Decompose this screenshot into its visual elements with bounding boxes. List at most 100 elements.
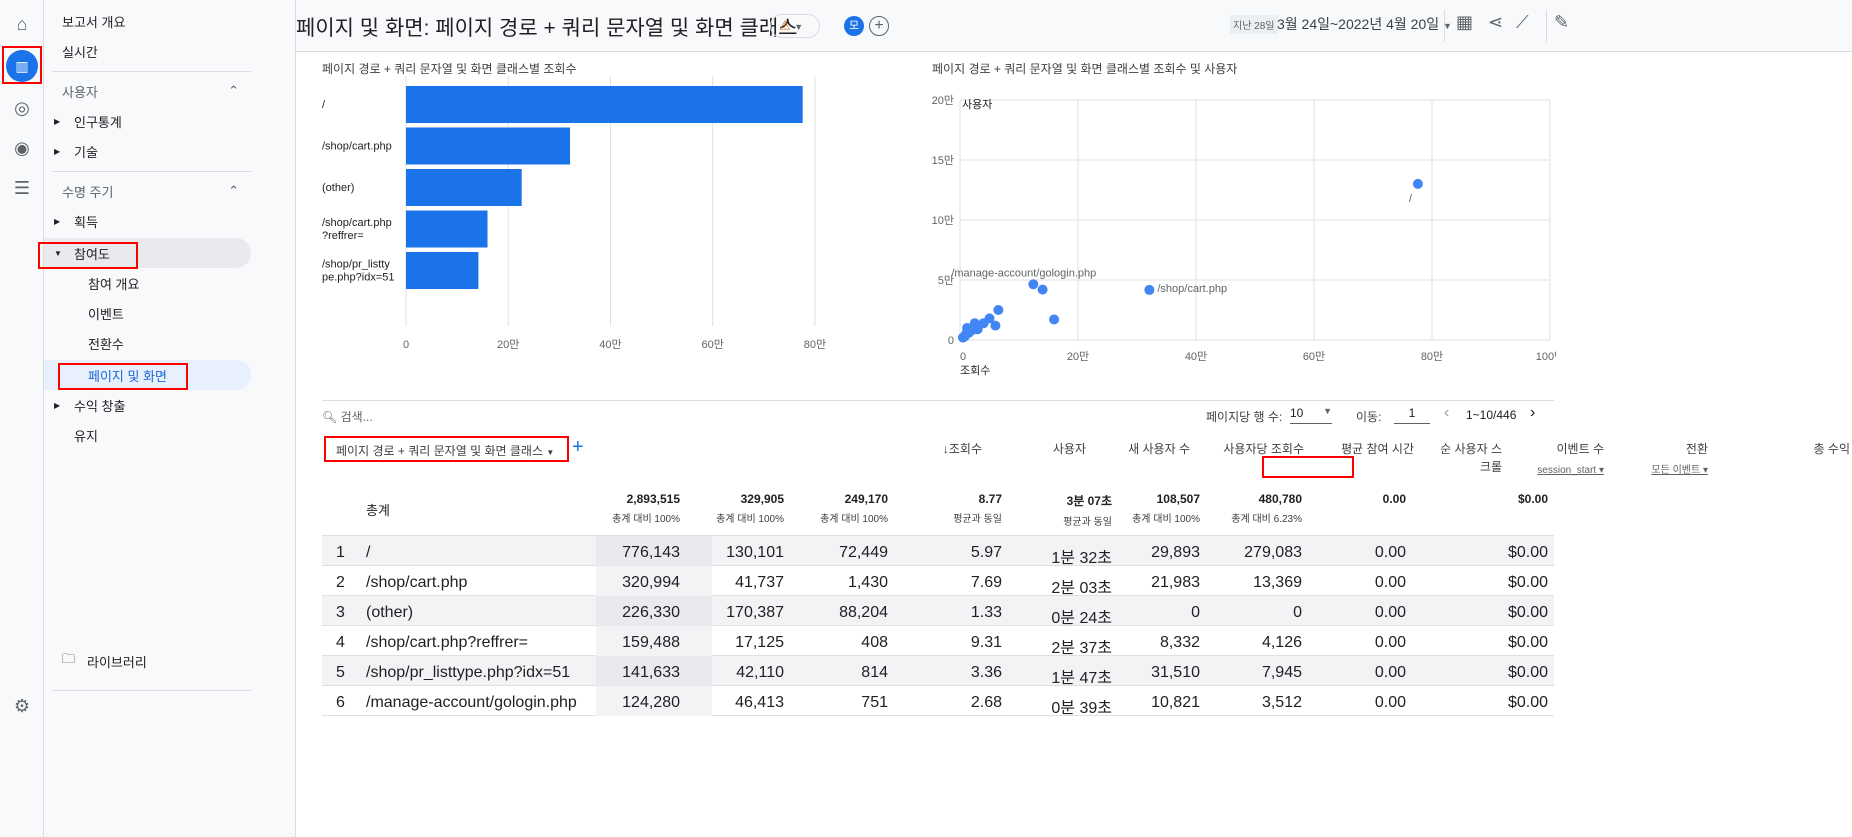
scatter-chart: 05만10만15만20만020만40만60만80만100만조회수사용자//sho… xyxy=(932,94,1556,377)
table-search[interactable]: 🔍︎ 검색... xyxy=(322,408,373,425)
page-path[interactable]: / xyxy=(366,544,370,562)
nav-events[interactable]: 이벤트 xyxy=(44,298,251,328)
warning-dropdown[interactable]: ⚠ ▼ xyxy=(770,14,820,38)
share-icon[interactable]: ⋖ xyxy=(1488,12,1503,33)
page-path[interactable]: /manage-account/gologin.php xyxy=(366,694,577,712)
advertising-icon[interactable]: ◉ xyxy=(6,132,38,164)
page-path[interactable]: /shop/pr_listtype.php?idx=51 xyxy=(366,664,570,682)
metric-value: 4,126 xyxy=(1261,634,1302,651)
nav-retention[interactable]: 유지 xyxy=(44,420,251,450)
x-tick-label: 20만 xyxy=(1067,350,1089,363)
search-input[interactable]: 검색... xyxy=(341,410,373,424)
nav-monetization[interactable]: ▶ 수익 창출 xyxy=(44,390,251,420)
column-header[interactable]: ↓조회수 xyxy=(943,440,982,458)
nav-acquisition[interactable]: ▶ 획득 xyxy=(44,206,251,236)
x-tick-label: 80만 xyxy=(804,338,826,351)
add-dimension-icon[interactable]: + xyxy=(572,436,584,459)
configure-icon[interactable]: ☰ xyxy=(6,172,38,204)
column-header[interactable]: 순 사용자 스크롤 xyxy=(1432,440,1502,476)
explore-icon[interactable]: ◎ xyxy=(6,92,38,124)
metric-value: 1분 32초 xyxy=(1051,550,1112,567)
column-header[interactable]: 이벤트 수 session_start ▾ xyxy=(1537,440,1604,480)
home-icon[interactable]: ⌂ xyxy=(6,8,38,40)
goto-input[interactable]: 1 xyxy=(1394,406,1430,424)
metric-value: 17,125 xyxy=(735,634,784,651)
nav-section-users[interactable]: 사용자 ⌃ xyxy=(44,76,251,106)
metric-value: 170,387 xyxy=(726,604,784,621)
caret-right-icon: ▶ xyxy=(54,400,61,410)
page-path[interactable]: (other) xyxy=(366,604,413,622)
rows-per-page-select[interactable]: 10 ▼ xyxy=(1290,406,1332,424)
nav-realtime[interactable]: 실시간 xyxy=(44,36,251,66)
bar-chart: 0 20만 40만 60만 80만 / /shop/cart.php (other) /shop… xyxy=(322,76,826,351)
column-header[interactable]: 새 사용자 수 xyxy=(1128,440,1190,458)
nav-section-lifecycle[interactable]: 수명 주기 ⌃ xyxy=(44,176,251,206)
metric-value: 72,449 xyxy=(839,544,888,561)
column-header[interactable]: 사용자 xyxy=(1053,440,1086,458)
chevron-up-icon: ⌃ xyxy=(228,83,239,98)
nav-engagement-overview[interactable]: 참여 개요 xyxy=(44,268,251,298)
settings-icon[interactable]: ⚙ xyxy=(6,690,38,722)
metric-value: 0분 24초 xyxy=(1051,610,1112,627)
nav-report-overview[interactable]: 보고서 개요 xyxy=(44,6,251,36)
category-label: /shop/cart.php xyxy=(322,141,392,153)
scatter-point xyxy=(957,332,968,343)
column-header[interactable]: 전환 모든 이벤트 ▾ xyxy=(1651,440,1708,480)
metric-value: 31,510 xyxy=(1151,664,1200,681)
table-row[interactable]: 5/shop/pr_listtype.php?idx=51 141,633 42,1… xyxy=(322,656,1554,687)
metric-value: 408 xyxy=(861,634,888,651)
icon-rail: ⌂ ▥ ◎ ◉ ☰ ⚙ xyxy=(0,0,44,837)
metric-value: $0.00 xyxy=(1507,604,1548,621)
bar xyxy=(406,210,488,248)
table-row[interactable]: 1 / 776,143 130,101 72,449 5.97 1분 32초 29,893 27… xyxy=(322,536,1554,567)
nav-tech[interactable]: ▶ 기술 xyxy=(44,136,251,166)
nav-demographics[interactable]: ▶ 인구통계 xyxy=(44,106,251,136)
insights-icon[interactable]: ⟋ xyxy=(1516,12,1529,33)
row-number: 5 xyxy=(336,664,345,681)
total-value: 2,893,515 총계 대비 100% xyxy=(612,492,680,525)
scatter-point xyxy=(1144,284,1155,295)
metric-value: 88,204 xyxy=(839,604,888,621)
section-label: 사용자 xyxy=(62,84,98,100)
page-path[interactable]: /shop/cart.php xyxy=(366,574,467,592)
totals-row: 총계 2,893,515 총계 대비 100% 329,905 총계 대비 100% 2… xyxy=(322,482,1554,536)
metric-value: 0.00 xyxy=(1374,664,1406,681)
prev-page-icon[interactable]: ‹ xyxy=(1444,404,1449,422)
table-row[interactable]: 2/shop/cart.php 320,994 41,737 1,430 7.69 2분 … xyxy=(322,566,1554,597)
metric-value: 8,332 xyxy=(1159,634,1200,651)
add-comparison-icon[interactable]: + xyxy=(869,16,889,36)
category-label: pe.php?idx=51 xyxy=(322,272,394,284)
bar xyxy=(406,169,522,206)
metric-value: 159,488 xyxy=(622,634,680,651)
page-path[interactable]: /shop/cart.php?reffrer= xyxy=(366,634,528,652)
conversion-filter-dropdown[interactable]: 모든 이벤트 ▾ xyxy=(1651,462,1708,480)
table-row[interactable]: 3 (other) 226,330 170,387 88,204 1.33 0분 24초 0 0… xyxy=(322,596,1554,627)
metric-value: 141,633 xyxy=(622,664,680,681)
page-header: 페이지 및 화면: 페이지 경로 + 쿼리 문자열 및 화면 클래스 ⚠ ▼ 모… xyxy=(296,0,1852,52)
next-page-icon[interactable]: › xyxy=(1530,404,1535,422)
scatter-point xyxy=(1412,178,1423,189)
metric-value: 41,737 xyxy=(735,574,784,591)
x-tick-label: 0 xyxy=(960,351,966,363)
x-tick-label: 60만 xyxy=(1303,350,1325,363)
value: 10 xyxy=(1290,406,1304,420)
event-filter-dropdown[interactable]: session_start ▾ xyxy=(1537,462,1604,480)
avatar[interactable]: 모 xyxy=(844,16,864,36)
y-tick-label: 20만 xyxy=(932,94,954,107)
x-tick-label: 40만 xyxy=(1185,350,1207,363)
nav-conversions[interactable]: 전환수 xyxy=(44,328,251,358)
dimension-selector[interactable]: 페이지 경로 + 쿼리 문자열 및 화면 클래스 ▼ xyxy=(324,436,569,462)
column-header[interactable]: 총 수익 xyxy=(1814,440,1850,458)
bar-chart-title: 페이지 경로 + 쿼리 문자열 및 화면 클래스별 조회수 xyxy=(322,62,577,76)
table-row[interactable]: 6/manage-account/gologin.php 124,280 46,41… xyxy=(322,686,1554,717)
date-range-picker[interactable]: 3월 24일~2022년 4월 20일 ▼ xyxy=(1277,14,1452,34)
total-value: 329,905 총계 대비 100% xyxy=(716,492,784,525)
metric-value: 0 xyxy=(1293,604,1302,621)
table-row[interactable]: 4/shop/cart.php?reffrer= 159,488 17,125 408… xyxy=(322,626,1554,657)
metric-value: 226,330 xyxy=(622,604,680,621)
x-tick-label: 0 xyxy=(403,339,409,351)
nav-library[interactable]: 🗀 라이브러리 xyxy=(44,646,251,676)
date-prefix: 지난 28일 xyxy=(1230,15,1278,34)
customize-report-icon[interactable]: ▦ xyxy=(1456,12,1473,33)
edit-icon[interactable]: ✎ xyxy=(1554,12,1569,33)
